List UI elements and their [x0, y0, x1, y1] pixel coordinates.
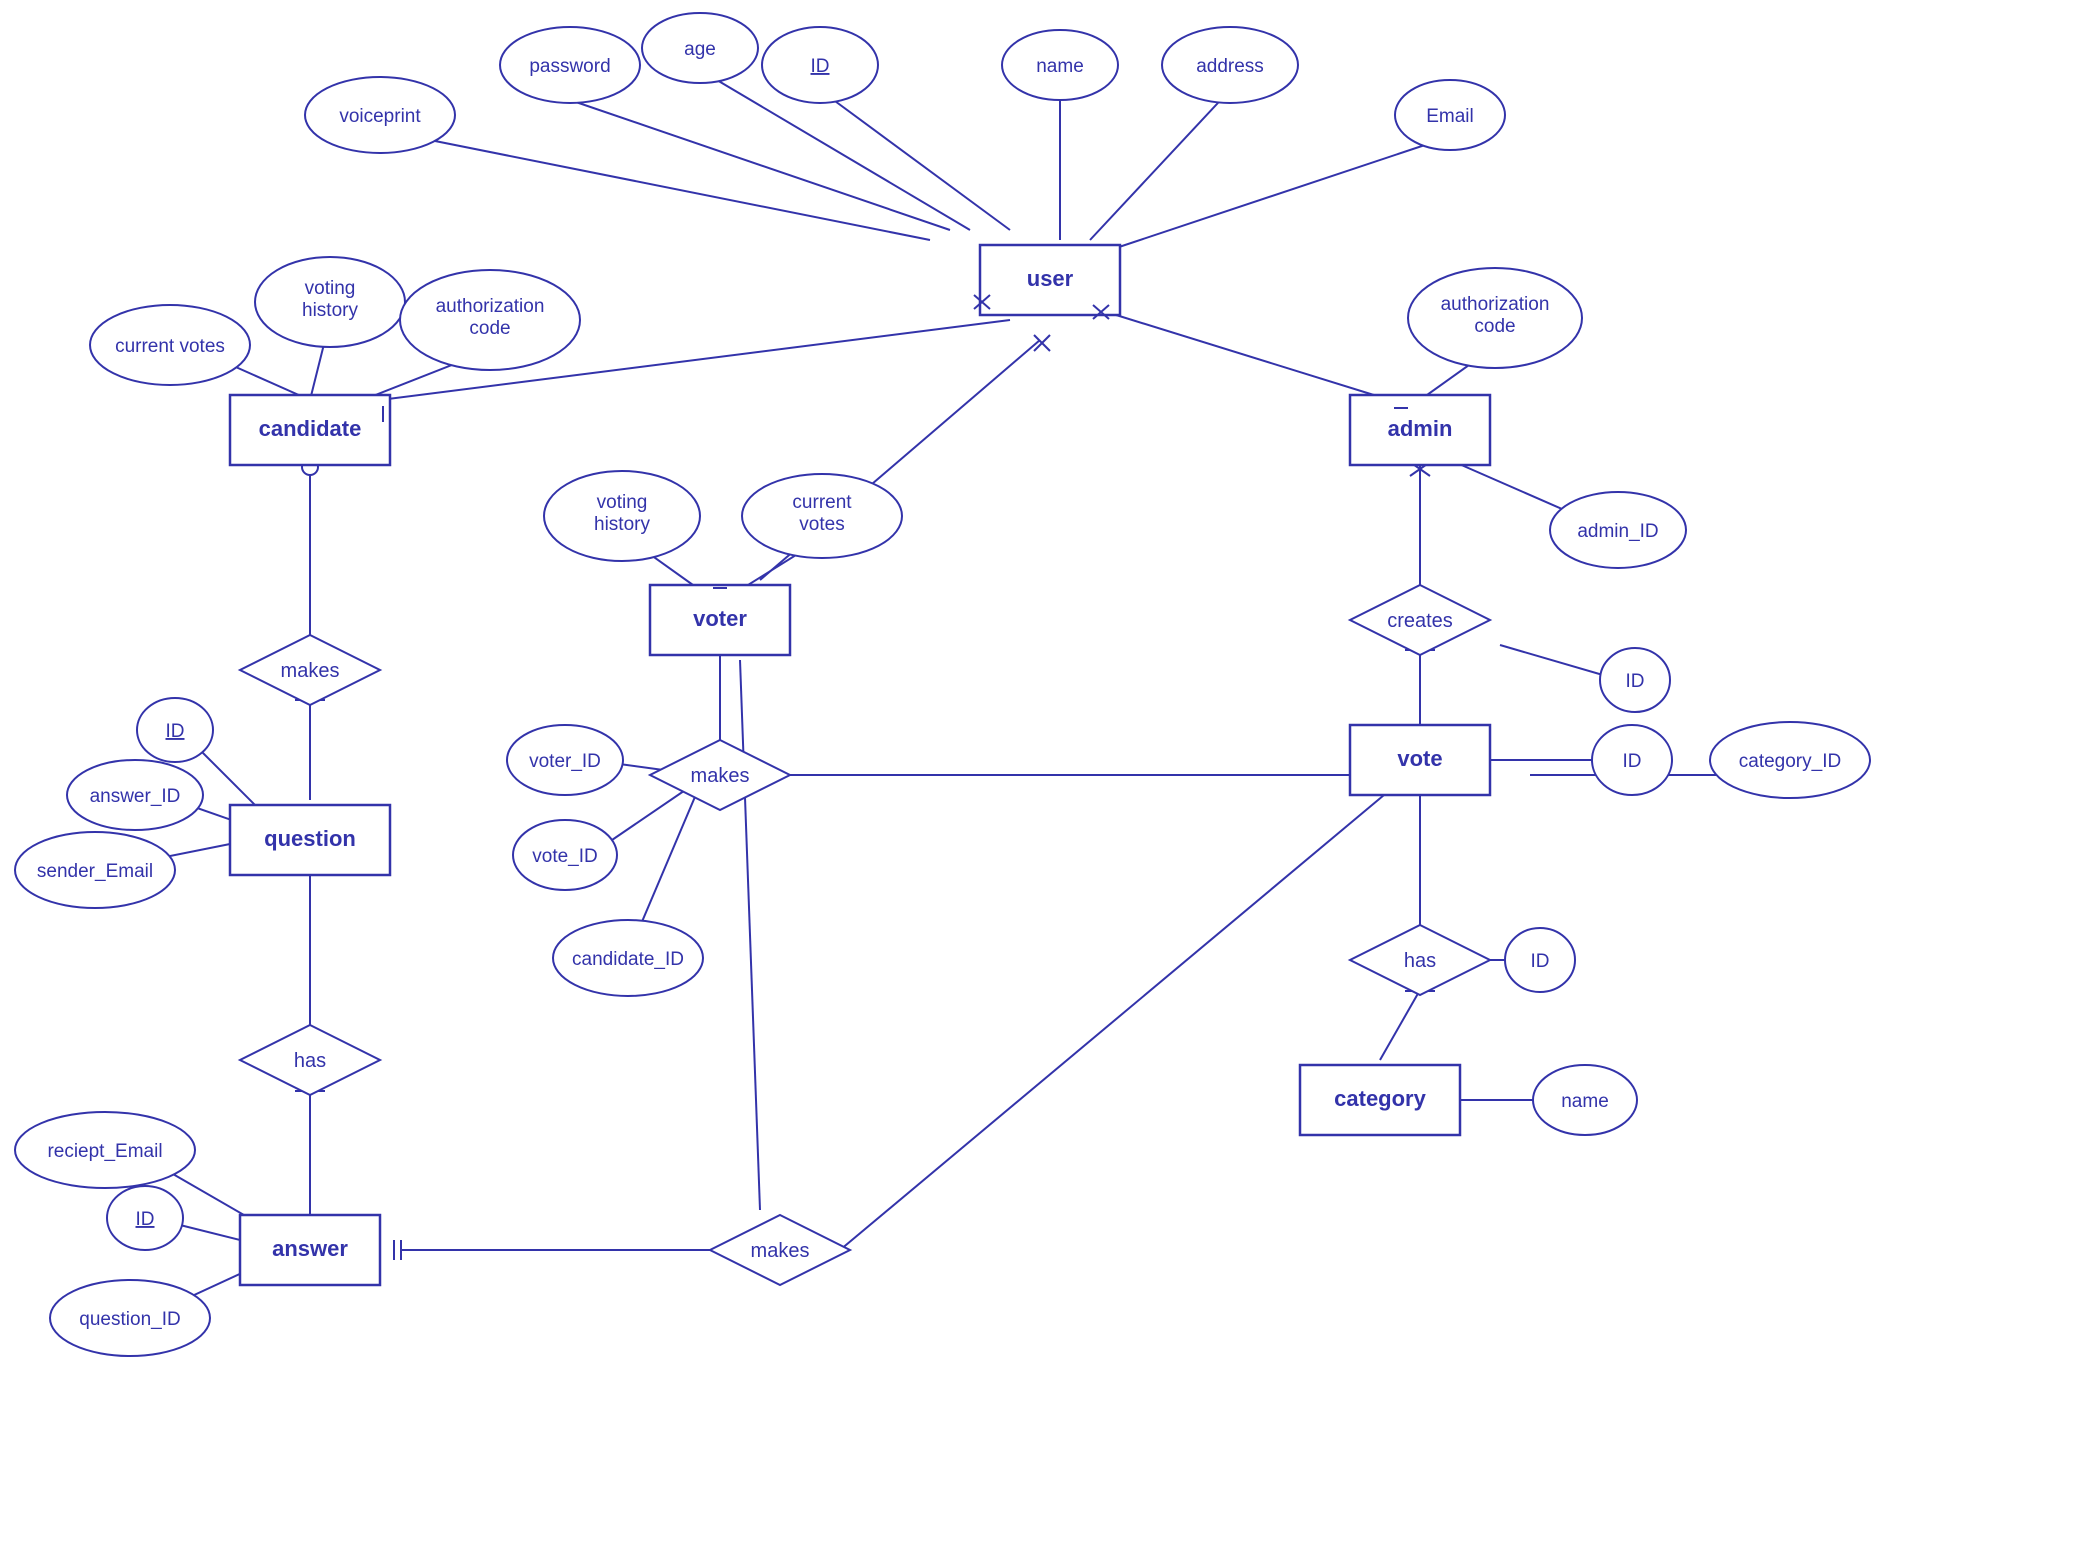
- svg-text:makes: makes: [281, 660, 340, 682]
- svg-text:ID: ID: [166, 721, 185, 742]
- svg-text:user: user: [1027, 266, 1074, 291]
- svg-text:voter: voter: [693, 606, 747, 631]
- svg-text:vote: vote: [1397, 746, 1442, 771]
- svg-text:votes: votes: [799, 514, 844, 535]
- svg-text:code: code: [1474, 316, 1515, 337]
- svg-text:current: current: [792, 492, 852, 513]
- svg-text:history: history: [594, 514, 650, 535]
- svg-text:question_ID: question_ID: [79, 1309, 180, 1330]
- svg-text:Email: Email: [1426, 106, 1474, 127]
- svg-text:answer: answer: [272, 1236, 348, 1261]
- svg-text:code: code: [469, 318, 510, 339]
- svg-text:address: address: [1196, 56, 1264, 77]
- svg-text:history: history: [302, 300, 358, 321]
- svg-text:makes: makes: [691, 765, 750, 787]
- svg-text:age: age: [684, 39, 716, 60]
- svg-text:authorization: authorization: [436, 296, 545, 317]
- svg-text:name: name: [1561, 1091, 1609, 1112]
- er-diagram: user candidate voter admin vote question answe…: [0, 0, 2090, 1566]
- svg-text:creates: creates: [1387, 610, 1453, 632]
- svg-text:ID: ID: [1626, 671, 1645, 692]
- svg-text:name: name: [1036, 56, 1084, 77]
- svg-text:voting: voting: [305, 278, 356, 299]
- svg-text:category_ID: category_ID: [1739, 751, 1841, 772]
- svg-text:candidate_ID: candidate_ID: [572, 949, 684, 970]
- svg-text:admin_ID: admin_ID: [1577, 521, 1658, 542]
- svg-text:reciept_Email: reciept_Email: [47, 1141, 162, 1162]
- svg-text:ID: ID: [811, 56, 830, 77]
- svg-text:sender_Email: sender_Email: [37, 861, 153, 882]
- svg-text:admin: admin: [1388, 416, 1453, 441]
- svg-text:answer_ID: answer_ID: [90, 786, 181, 807]
- svg-text:voter_ID: voter_ID: [529, 751, 601, 772]
- svg-text:has: has: [294, 1050, 326, 1072]
- svg-text:makes: makes: [751, 1240, 810, 1262]
- svg-text:voting: voting: [597, 492, 648, 513]
- svg-text:voiceprint: voiceprint: [339, 106, 421, 127]
- svg-text:question: question: [264, 826, 356, 851]
- svg-text:vote_ID: vote_ID: [532, 846, 597, 867]
- svg-text:candidate: candidate: [259, 416, 362, 441]
- svg-text:authorization: authorization: [1441, 294, 1550, 315]
- svg-text:category: category: [1334, 1086, 1426, 1111]
- svg-text:has: has: [1404, 950, 1436, 972]
- svg-text:ID: ID: [1623, 751, 1642, 772]
- svg-text:current votes: current votes: [115, 336, 225, 357]
- svg-text:password: password: [529, 56, 610, 77]
- svg-text:ID: ID: [1531, 951, 1550, 972]
- svg-text:ID: ID: [136, 1209, 155, 1230]
